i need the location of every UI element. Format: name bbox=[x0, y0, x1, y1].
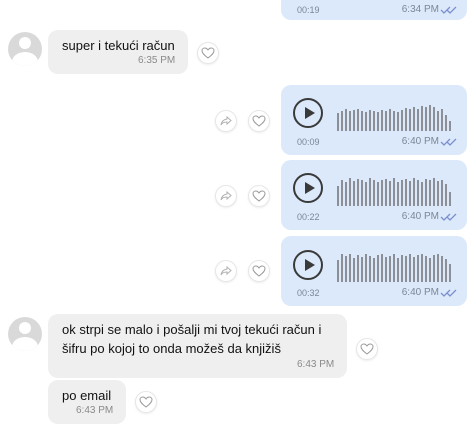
voice-message: 00:22 6:40 PM bbox=[281, 160, 467, 230]
react-button[interactable] bbox=[248, 110, 270, 132]
play-button[interactable] bbox=[293, 98, 323, 128]
message-text-line: ok strpi se malo i pošalji mi tvoj tekuć… bbox=[62, 322, 322, 337]
message-text-line: šifru po kojoj to onda možeš da knjižiš bbox=[62, 341, 281, 356]
message-time: 6:43 PM bbox=[297, 359, 335, 370]
voice-message-partial[interactable]: 00:19 6:34 PM bbox=[281, 0, 467, 20]
share-button[interactable] bbox=[215, 110, 237, 132]
heart-icon bbox=[252, 190, 266, 202]
share-icon bbox=[220, 265, 232, 276]
message-time: 6:35 PM bbox=[138, 55, 176, 66]
message-time: 6:43 PM bbox=[76, 405, 114, 416]
play-icon bbox=[305, 107, 315, 119]
heart-icon bbox=[139, 396, 153, 408]
double-check-icon bbox=[440, 6, 457, 14]
share-icon bbox=[220, 190, 232, 201]
heart-icon bbox=[252, 115, 266, 127]
waveform-bars bbox=[337, 254, 451, 282]
heart-icon bbox=[252, 265, 266, 277]
double-check-icon bbox=[440, 213, 457, 221]
share-button[interactable] bbox=[215, 185, 237, 207]
waveform-bars bbox=[337, 178, 451, 206]
double-check-icon bbox=[440, 289, 457, 297]
double-check-icon bbox=[440, 138, 457, 146]
voice-message: 00:09 6:40 PM bbox=[281, 85, 467, 155]
play-button[interactable] bbox=[293, 173, 323, 203]
play-button[interactable] bbox=[293, 250, 323, 280]
waveform[interactable] bbox=[337, 246, 457, 282]
voice-message: 00:32 6:40 PM bbox=[281, 236, 467, 306]
voice-duration: 00:19 bbox=[297, 5, 320, 15]
react-button[interactable] bbox=[135, 391, 157, 413]
voice-duration: 00:32 bbox=[297, 288, 320, 298]
message-time: 6:40 PM bbox=[401, 287, 439, 298]
voice-duration: 00:22 bbox=[297, 212, 320, 222]
message-text: po email bbox=[62, 388, 112, 403]
incoming-message: ok strpi se malo i pošalji mi tvoj tekuć… bbox=[48, 314, 347, 378]
play-icon bbox=[305, 182, 315, 194]
message-time: 6:40 PM bbox=[401, 136, 439, 147]
avatar[interactable] bbox=[8, 317, 42, 351]
incoming-message: po email 6:43 PM bbox=[48, 380, 126, 424]
heart-icon bbox=[201, 47, 215, 59]
incoming-message: super i tekući račun 6:35 PM bbox=[48, 30, 188, 74]
message-time: 6:40 PM bbox=[401, 211, 439, 222]
message-text: super i tekući račun bbox=[62, 38, 175, 53]
share-button[interactable] bbox=[215, 260, 237, 282]
react-button[interactable] bbox=[356, 338, 378, 360]
message-time: 6:34 PM bbox=[401, 4, 439, 15]
react-button[interactable] bbox=[248, 185, 270, 207]
heart-icon bbox=[360, 343, 374, 355]
waveform[interactable] bbox=[337, 170, 457, 206]
voice-duration: 00:09 bbox=[297, 137, 320, 147]
react-button[interactable] bbox=[197, 42, 219, 64]
waveform[interactable] bbox=[337, 95, 457, 131]
react-button[interactable] bbox=[248, 260, 270, 282]
play-icon bbox=[305, 259, 315, 271]
share-icon bbox=[220, 115, 232, 126]
waveform-bars bbox=[337, 105, 451, 131]
avatar[interactable] bbox=[8, 32, 42, 66]
